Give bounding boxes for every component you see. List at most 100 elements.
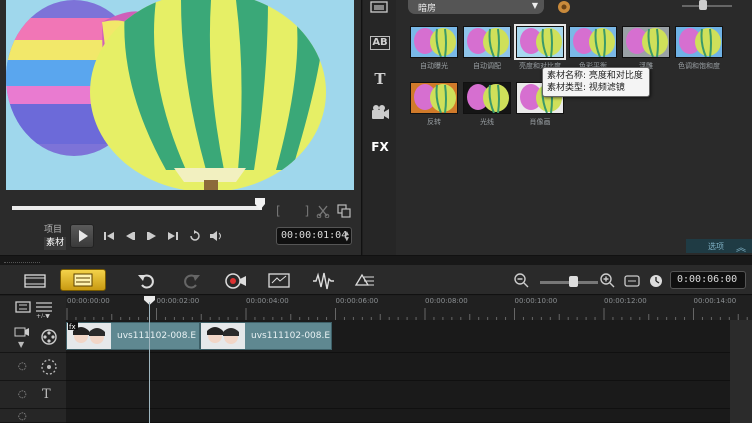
preview-video-frame[interactable] <box>6 0 354 190</box>
overlay-track[interactable] <box>66 353 730 381</box>
filter-thumbnail[interactable] <box>622 26 670 58</box>
storyboard-view-icon[interactable] <box>22 271 48 291</box>
graphic-tab-icon[interactable] <box>370 104 390 122</box>
filter-thumbnail-label: 肖像画 <box>529 118 551 126</box>
panel-divider[interactable] <box>0 255 752 265</box>
title-track[interactable] <box>66 381 730 409</box>
project-duration[interactable]: 0:00:06:00 <box>670 271 746 289</box>
zoom-in-icon[interactable] <box>598 271 618 291</box>
title-tab[interactable]: T <box>370 70 390 88</box>
track-manager-header: +/-▼ <box>0 296 66 320</box>
voice-track[interactable] <box>66 409 730 423</box>
filter-thumbnail-label: 光线 <box>480 118 494 126</box>
preview-timecode[interactable]: 00:00:01:04 ▲ ▼ <box>276 227 352 245</box>
mixer-screen-icon[interactable] <box>266 271 292 291</box>
media-tab-icon[interactable] <box>370 0 390 18</box>
library-tabs: AB T FX <box>363 0 396 255</box>
clip-thumbnail <box>201 323 245 349</box>
clip-name: uvs111102-008.E <box>117 331 197 341</box>
timeline-ruler[interactable]: 00:00:00:00 00:00:02:00 00:00:04:00 00:00:0… <box>66 296 752 320</box>
fit-project-icon[interactable] <box>622 271 642 291</box>
filter-applied-icon: fx <box>68 322 78 330</box>
undo-icon[interactable] <box>134 271 160 291</box>
repeat-icon[interactable] <box>188 230 202 242</box>
svg-text:fx: fx <box>69 323 76 330</box>
filter-thumbnail-label: 自动调配 <box>473 62 501 70</box>
trim-markers[interactable]: [ ] <box>276 204 319 218</box>
tooltip-line-name: 素材名称: 亮度和对比度 <box>547 71 643 81</box>
auto-music-icon[interactable] <box>352 271 378 291</box>
go-to-start-icon[interactable] <box>102 230 116 242</box>
volume-icon[interactable] <box>209 230 223 242</box>
category-value: 暗房 <box>418 4 437 14</box>
title-track-header: ◌ T <box>0 381 66 409</box>
thumbnail-size-slider[interactable] <box>682 5 732 7</box>
filter-thumbnail-label: 反转 <box>427 118 441 126</box>
options-label: 选项 <box>708 242 724 251</box>
balloon-image <box>6 0 354 190</box>
svg-text:+/-▼: +/-▼ <box>36 313 50 318</box>
preview-scrub-bar[interactable] <box>12 206 262 210</box>
clip-name: uvs111102-008.E <box>251 331 331 341</box>
transition-tab[interactable]: AB <box>370 36 390 50</box>
timeline-vertical-scrollbar[interactable] <box>730 320 752 423</box>
record-capture-icon[interactable] <box>222 271 248 291</box>
playback-mode-switch[interactable]: 项目 素材 <box>44 224 67 250</box>
filter-thumbnail[interactable] <box>410 26 458 58</box>
next-frame-icon[interactable] <box>145 230 159 242</box>
filter-thumbnail[interactable] <box>410 82 458 114</box>
scrub-handle[interactable] <box>255 198 265 210</box>
enlarge-icon[interactable] <box>337 204 351 218</box>
filter-thumbnail[interactable] <box>514 24 566 60</box>
video-track[interactable]: uvs111102-008.E uvs111102-008.E fx <box>66 320 730 353</box>
filter-thumbnail[interactable] <box>569 26 617 58</box>
voice-visibility-icon[interactable]: ◌ <box>18 411 27 422</box>
scissors-icon[interactable] <box>316 204 330 218</box>
title-visibility-icon[interactable]: ◌ <box>18 389 27 400</box>
options-button[interactable]: 选项 ︽ <box>686 239 752 254</box>
filter-thumbnail-label: 自动曝光 <box>420 62 448 70</box>
play-icon <box>79 230 88 242</box>
overlay-track-header: ◌ <box>0 353 66 381</box>
video-editor-window: [ ] 项目 素材 00:00:01:04 ▲ ▼ AB T FX 暗房 ▼ 自… <box>0 0 752 423</box>
go-to-end-icon[interactable] <box>166 230 180 242</box>
previous-frame-icon[interactable] <box>123 230 137 242</box>
redo-icon[interactable] <box>178 271 204 291</box>
track-expand-icon[interactable]: ▼ <box>18 340 24 349</box>
ruler-ticks <box>66 308 748 320</box>
thumbnail-size-knob[interactable] <box>699 0 707 10</box>
filter-tab[interactable]: FX <box>370 140 390 158</box>
chevron-down-icon: ▼ <box>531 1 538 10</box>
filter-thumbnail[interactable] <box>463 26 511 58</box>
mode-project-label[interactable]: 项目 <box>44 224 66 237</box>
zoom-slider-knob[interactable] <box>569 276 578 287</box>
video-clip-1[interactable]: uvs111102-008.E <box>66 322 200 350</box>
mode-clip-label[interactable]: 素材 <box>44 237 67 250</box>
timeline-view-button[interactable] <box>60 269 106 291</box>
project-duration-icon[interactable] <box>646 271 666 291</box>
overlay-reel-icon <box>41 359 57 375</box>
chevron-up-icon: ︽ <box>736 243 746 254</box>
video-track-visibility-icon[interactable] <box>14 326 30 338</box>
playhead-line <box>149 302 150 423</box>
divider-grip[interactable] <box>4 262 40 264</box>
track-manager-icon[interactable]: +/-▼ <box>14 298 54 318</box>
video-track-header: ▼ <box>0 320 66 353</box>
voice-track-header: ◌ <box>0 409 66 423</box>
overlay-visibility-icon[interactable]: ◌ <box>18 361 27 372</box>
timecode-spinner-icon[interactable]: ▲ ▼ <box>345 230 349 243</box>
play-button[interactable] <box>70 224 94 248</box>
filter-thumbnail[interactable] <box>463 82 511 114</box>
zoom-out-icon[interactable] <box>512 271 532 291</box>
filter-tooltip: 素材名称: 亮度和对比度 素材类型: 视频滤镜 <box>542 67 650 97</box>
tooltip-line-type: 素材类型: 视频滤镜 <box>547 83 625 93</box>
preview-timecode-value: 00:00:01:04 <box>281 230 348 241</box>
preview-panel: [ ] 项目 素材 00:00:01:04 ▲ ▼ <box>0 0 362 255</box>
library-menu-icon[interactable] <box>556 0 572 14</box>
sound-mixer-icon[interactable] <box>310 271 336 291</box>
category-dropdown[interactable]: 暗房 ▼ <box>408 0 544 14</box>
video-clip-2[interactable]: uvs111102-008.E <box>200 322 332 350</box>
film-reel-icon <box>41 329 57 345</box>
effects-library: 暗房 ▼ 自动曝光 自动调配 亮度和对比度 色彩平衡 浮雕 色调和饱和度 反转 光线 肖像画 素… <box>396 0 752 255</box>
filter-thumbnail[interactable] <box>675 26 723 58</box>
